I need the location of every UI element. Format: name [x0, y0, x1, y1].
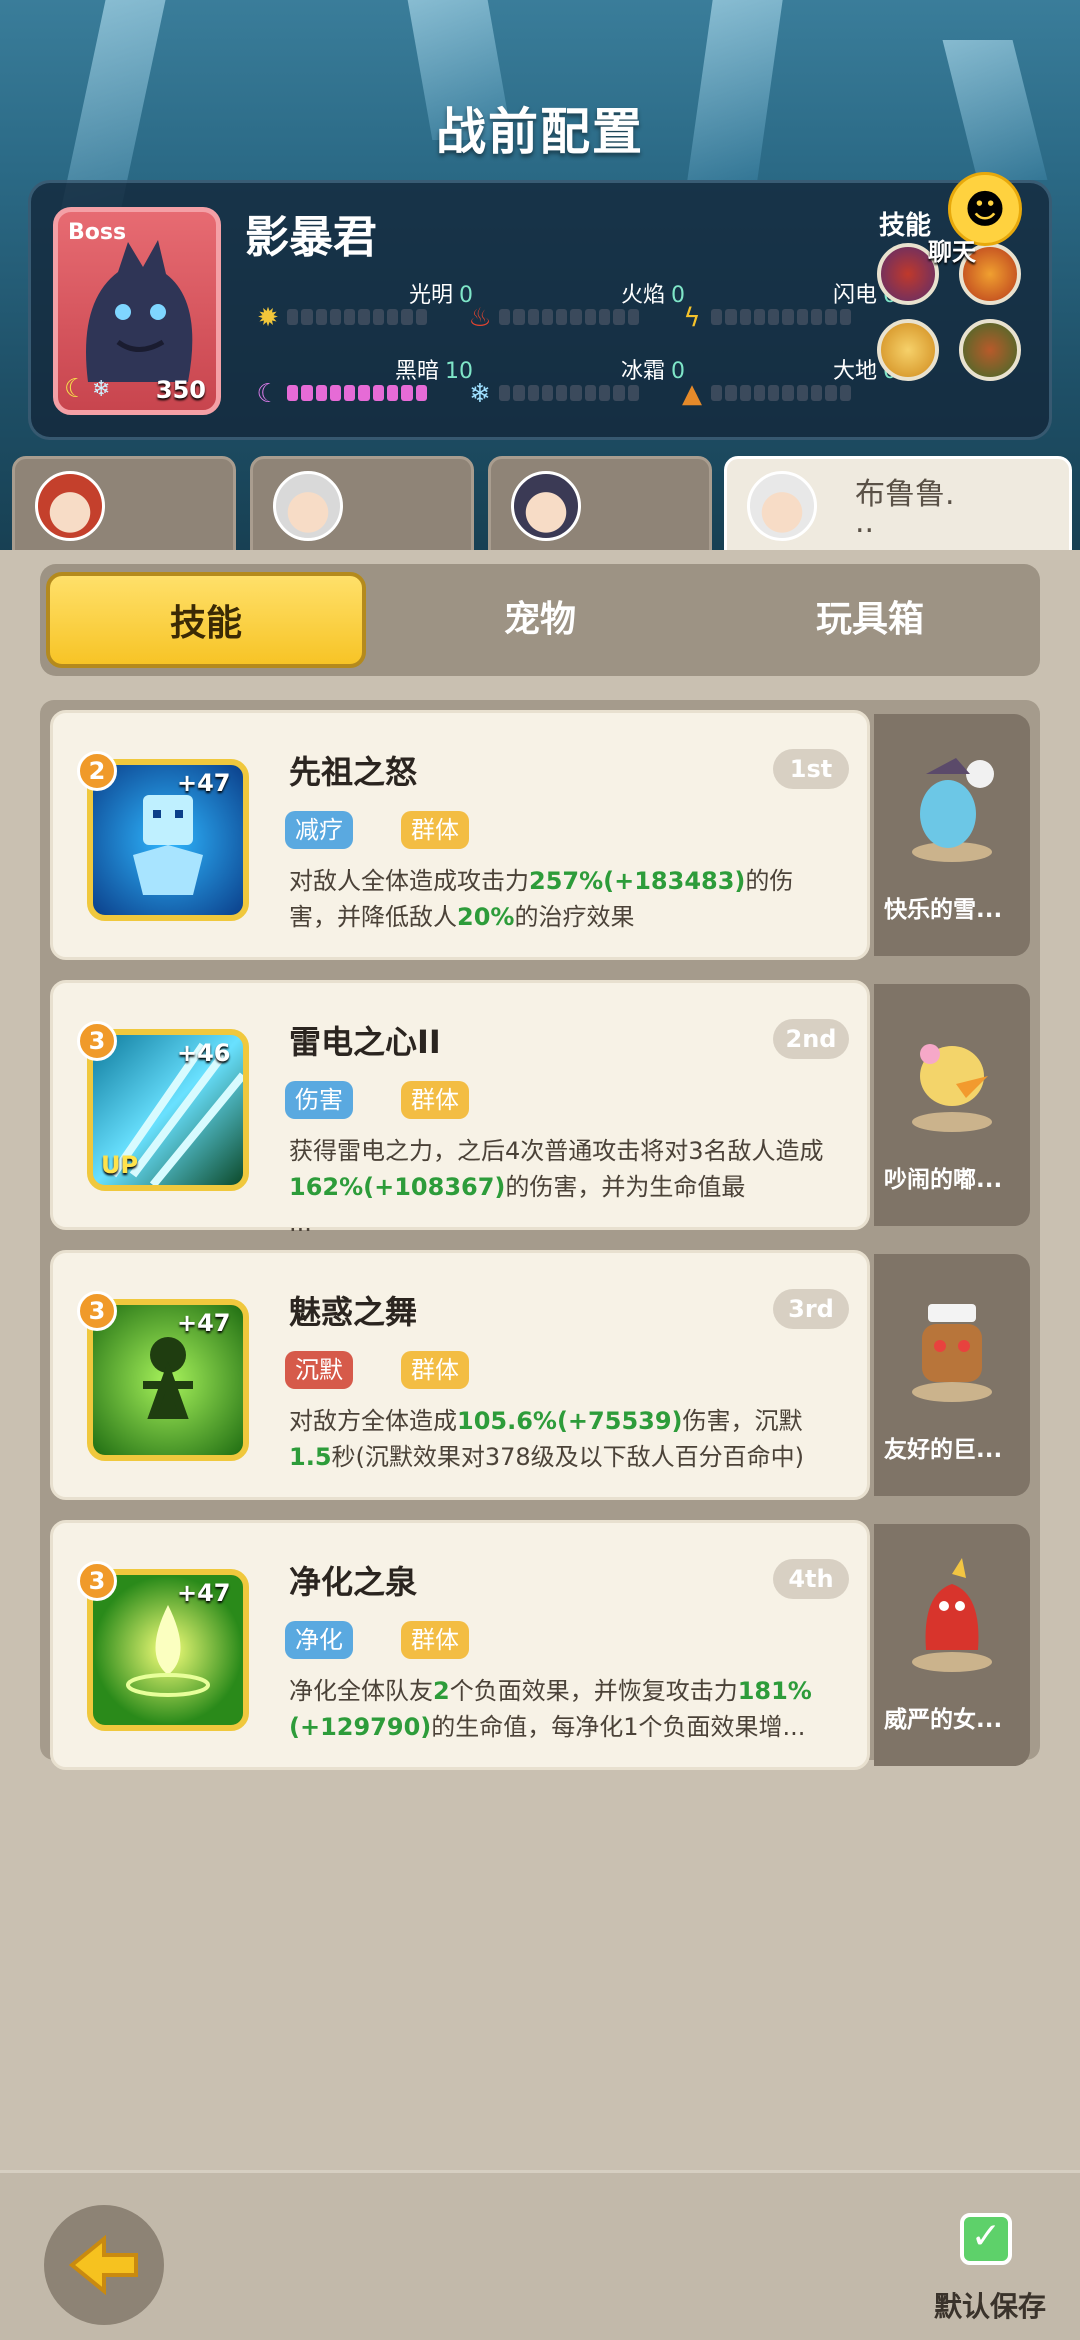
- element-earth-bar: [711, 385, 851, 401]
- flame-icon: ♨: [468, 303, 492, 333]
- skill-tag: 减疗: [285, 811, 353, 849]
- hero-tab-active[interactable]: 布鲁鲁. ..: [724, 456, 1072, 560]
- hero-avatar: [273, 471, 343, 541]
- skill-tag: 群体: [401, 1351, 469, 1389]
- hero-avatar: [35, 471, 105, 541]
- pet-name: 快乐的雪...: [884, 897, 1003, 923]
- boss-info-panel: Boss ☾ ❄ 350 影暴君 ✹ 光明0 ♨ 火焰0 ϟ 闪电0: [28, 180, 1052, 440]
- default-save-checkbox[interactable]: ✓: [960, 2213, 1012, 2265]
- skill-card[interactable]: 2 +47 先祖之怒 1st 减疗 群体 对敌人全体造成攻击力257%(+183…: [50, 710, 1030, 960]
- skill-card[interactable]: 3 +47 净化之泉 4th 净化 群体 净化全体队友2个负面效果，并恢复攻击力…: [50, 1520, 1030, 1770]
- snowflake-icon: ❄: [92, 377, 111, 402]
- skill-tag: 伤害: [285, 1081, 353, 1119]
- back-arrow-icon: [68, 2234, 138, 2296]
- skill-rank-badge: 3rd: [773, 1289, 849, 1329]
- chat-label: 聊天: [928, 238, 976, 266]
- skill-level-badge: 3: [77, 1291, 117, 1331]
- back-button[interactable]: [44, 2205, 164, 2325]
- config-tabbar: 技能 宠物 玩具箱: [40, 564, 1040, 676]
- hero-name-continued: ..: [855, 505, 875, 540]
- pet-icon: [912, 1558, 992, 1672]
- pet-name: 威严的女...: [884, 1707, 1003, 1733]
- lightning-icon: ϟ: [683, 303, 701, 333]
- skill-level-badge: 3: [77, 1561, 117, 1601]
- skill-description: 对敌人全体造成攻击力257%(+183483)的伤害，并降低敌人20%的治疗效果: [289, 867, 794, 931]
- skill-rank-badge: 4th: [773, 1559, 849, 1599]
- skill-tag: 群体: [401, 1621, 469, 1659]
- element-light-bar: [287, 309, 427, 325]
- skill-upgrade-label: UP: [101, 1151, 139, 1179]
- boss-portrait[interactable]: Boss ☾ ❄ 350: [53, 207, 221, 415]
- skill-card-main[interactable]: 3 +47 魅惑之舞 3rd 沉默 群体 对敌方全体造成105.6%(+7553…: [50, 1250, 870, 1500]
- battle-scene-background: 战前配置 Boss ☾ ❄ 350 影暴君 ✹ 光明 0 ♨ 火焰 0 ϟ 闪电…: [0, 0, 1080, 560]
- boss-skill-icon[interactable]: [877, 319, 939, 381]
- skill-card-main[interactable]: 3 +46 UP 雷电之心II 2nd 伤害 群体 获得雷电之力，之后4次普通攻…: [50, 980, 870, 1237]
- hero-tab[interactable]: [250, 456, 474, 556]
- footer-bar: ✓ 默认保存: [0, 2170, 1080, 2340]
- skill-title: 雷电之心II: [289, 1023, 441, 1061]
- skill-tag: 群体: [401, 1081, 469, 1119]
- pet-icon: [912, 1044, 992, 1132]
- boss-skills-label: 技能: [879, 211, 932, 241]
- skill-card-main[interactable]: 2 +47 先祖之怒 1st 减疗 群体 对敌人全体造成攻击力257%(+183…: [50, 710, 870, 960]
- skill-bonus: +47: [177, 1309, 231, 1337]
- skill-tag: 沉默: [285, 1351, 353, 1389]
- skill-description: 获得雷电之力，之后4次普通攻击将对3名敌人造成162%(+108367)的伤害，…: [289, 1137, 824, 1237]
- skill-level-badge: 3: [77, 1021, 117, 1061]
- skill-level-badge: 2: [77, 751, 117, 791]
- tab-toybox[interactable]: 玩具箱: [710, 572, 1030, 668]
- skill-rank-badge: 2nd: [773, 1019, 849, 1059]
- pet-slot[interactable]: 吵闹的嘟...: [874, 984, 1030, 1226]
- boss-level: 350: [155, 376, 206, 404]
- hero-avatar: [511, 471, 581, 541]
- skill-tag: 群体: [401, 811, 469, 849]
- tab-pets[interactable]: 宠物: [380, 572, 700, 668]
- snowflake-icon: ❄: [469, 379, 491, 409]
- pet-name: 友好的巨...: [884, 1437, 1003, 1463]
- pet-icon: [912, 758, 994, 862]
- boss-skill-icon[interactable]: [959, 319, 1021, 381]
- skill-bonus: +47: [177, 1579, 231, 1607]
- tab-skills[interactable]: 技能: [46, 572, 366, 668]
- pet-name: 吵闹的嘟...: [884, 1167, 1003, 1193]
- skill-rank-badge: 1st: [773, 749, 849, 789]
- smiley-icon: ☻: [964, 187, 1006, 233]
- skill-title: 魅惑之舞: [289, 1293, 418, 1331]
- config-content: 技能 宠物 玩具箱 2 +47 先祖之怒 1st 减疗 群体 对敌人全体造成攻击…: [0, 550, 1080, 2170]
- moon-icon: ☾: [64, 374, 88, 404]
- skill-card-main[interactable]: 3 +47 净化之泉 4th 净化 群体 净化全体队友2个负面效果，并恢复攻击力…: [50, 1520, 870, 1770]
- pet-icon: [912, 1304, 992, 1402]
- element-fire-bar: [499, 309, 639, 325]
- skill-title: 净化之泉: [289, 1563, 418, 1601]
- default-save-label: 默认保存: [934, 2290, 1047, 2323]
- page-title: 战前配置: [436, 103, 644, 161]
- element-lightning-bar: [711, 309, 851, 325]
- element-frost-bar: [499, 385, 639, 401]
- skill-tag: 净化: [285, 1621, 353, 1659]
- pet-slot[interactable]: 威严的女...: [874, 1524, 1030, 1766]
- skill-card[interactable]: 3 +47 魅惑之舞 3rd 沉默 群体 对敌方全体造成105.6%(+7553…: [50, 1250, 1030, 1500]
- element-dark-bar: [287, 385, 427, 401]
- moon-icon: ☾: [256, 379, 280, 409]
- skill-list: 2 +47 先祖之怒 1st 减疗 群体 对敌人全体造成攻击力257%(+183…: [40, 700, 1040, 1770]
- hero-tab[interactable]: [488, 456, 712, 556]
- skill-description: 净化全体队友2个负面效果，并恢复攻击力181%(+129790)的生命值，每净化…: [289, 1677, 812, 1741]
- skill-title: 先祖之怒: [289, 753, 418, 791]
- mountain-icon: ▲: [682, 379, 702, 409]
- hero-tab[interactable]: [12, 456, 236, 556]
- skill-bonus: +47: [177, 769, 231, 797]
- skill-bonus: +46: [177, 1039, 231, 1067]
- boss-name: 影暴君: [245, 212, 377, 263]
- sun-icon: ✹: [257, 303, 279, 333]
- skill-description: 对敌方全体造成105.6%(+75539)伤害，沉默1.5秒(沉默效果对378级…: [289, 1407, 805, 1471]
- pet-slot[interactable]: 快乐的雪...: [874, 714, 1030, 956]
- skill-card[interactable]: 3 +46 UP 雷电之心II 2nd 伤害 群体 获得雷电之力，之后4次普通攻…: [50, 980, 1030, 1237]
- pet-slot[interactable]: 友好的巨...: [874, 1254, 1030, 1496]
- hero-avatar: [747, 471, 817, 541]
